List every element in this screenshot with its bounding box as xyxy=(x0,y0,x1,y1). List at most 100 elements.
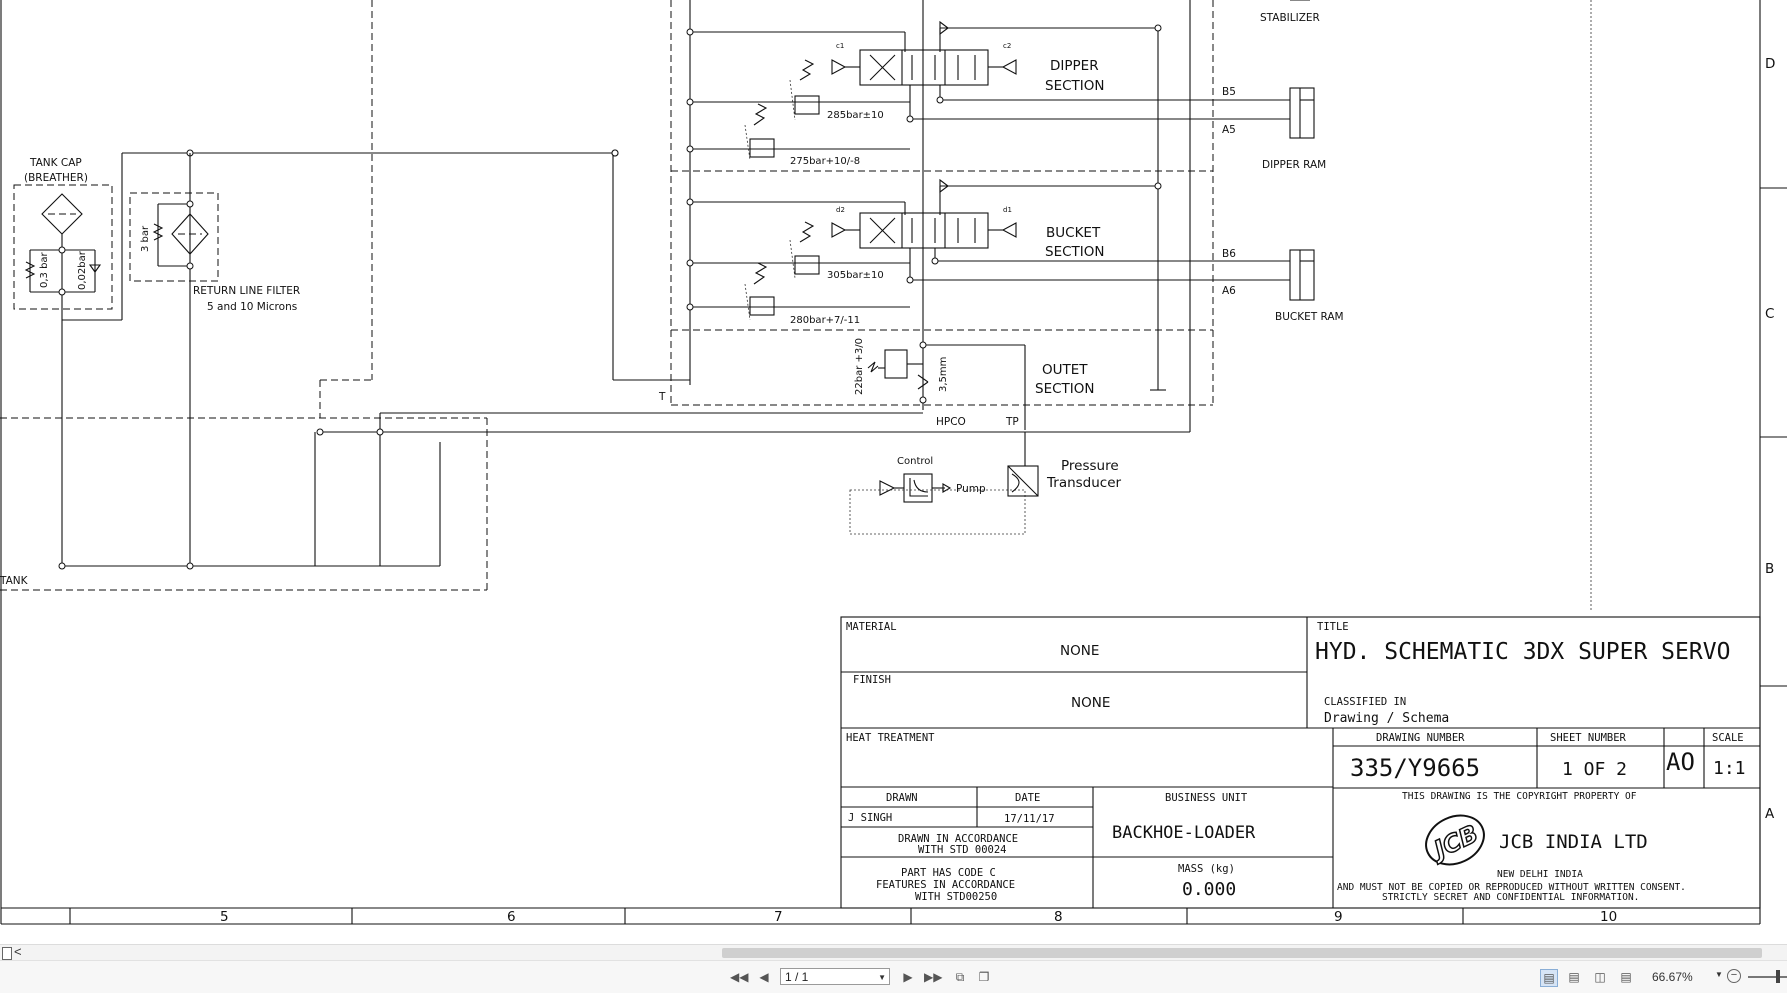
single-page-view-icon[interactable]: ▤ xyxy=(1540,969,1558,987)
port-label-a6: A6 xyxy=(1222,285,1236,297)
port-label-d1: d1 xyxy=(1003,206,1012,214)
drawn-value: J SINGH xyxy=(848,812,892,824)
sheet-number-label: SHEET NUMBER xyxy=(1550,732,1627,744)
zoom-slider-thumb[interactable] xyxy=(1776,970,1780,983)
return-line-filter: 3 bar RETURN LINE FILTER 5 and 10 Micron… xyxy=(129,192,300,313)
location: NEW DELHI INDIA xyxy=(1497,869,1583,880)
relief-280-label: 280bar+7/-11 xyxy=(790,315,860,326)
page-select[interactable]: 1 / 1 ▼ xyxy=(780,968,890,985)
bar-3-label: 3 bar xyxy=(140,225,151,252)
std-line2: WITH STD 00024 xyxy=(918,844,1007,856)
return-filter-microns-label: 5 and 10 Microns xyxy=(207,301,297,313)
scrollbar-thumb[interactable] xyxy=(722,948,1762,958)
finish-label: FINISH xyxy=(853,674,891,686)
port-label-c1: c1 xyxy=(836,42,844,50)
col-label-10: 10 xyxy=(1600,909,1617,925)
orifice-label: 3,5mm xyxy=(938,357,949,392)
last-page-icon[interactable]: ▶▶ xyxy=(924,969,942,985)
chevron-down-icon: ▼ xyxy=(878,973,886,982)
control-label: Control xyxy=(897,456,933,467)
bar-03-label: 0,3 bar xyxy=(39,251,50,288)
relief-285-label: 285bar±10 xyxy=(827,110,884,121)
first-page-icon[interactable]: ◀◀ xyxy=(730,969,748,985)
zoom-dropdown-icon[interactable]: ▼ xyxy=(1715,970,1723,979)
fit-icon[interactable]: ❐ xyxy=(976,969,992,985)
heat-treatment-label: HEAT TREATMENT xyxy=(846,732,935,744)
col-label-5: 5 xyxy=(220,909,229,925)
title-value: HYD. SCHEMATIC 3DX SUPER SERVO xyxy=(1315,639,1730,665)
page-marker-icon xyxy=(2,947,12,960)
drawing-number-label: DRAWING NUMBER xyxy=(1376,732,1465,744)
two-page-continuous-view-icon[interactable]: ▤ xyxy=(1618,969,1634,985)
relief-22-label: 22bar +3/0 xyxy=(854,338,865,395)
schematic-drawing: D C B A 5 6 7 8 9 10 c1 c2 DIPPER SECTIO… xyxy=(0,0,1787,925)
bucket-section-label-2: SECTION xyxy=(1045,244,1104,260)
copyright-line1: THIS DRAWING IS THE COPYRIGHT PROPERTY O… xyxy=(1402,791,1637,802)
row-label-d: D xyxy=(1765,56,1775,72)
relief-275-label: 275bar+10/-8 xyxy=(790,156,860,167)
previous-page-icon[interactable]: ◀ xyxy=(756,969,772,985)
tp-label: TP xyxy=(1005,416,1019,428)
stabilizer-label: STABILIZER xyxy=(1260,12,1320,24)
part-code-line3: WITH STD00250 xyxy=(915,891,997,903)
row-label-c: C xyxy=(1765,306,1774,322)
return-filter-label: RETURN LINE FILTER xyxy=(193,285,300,297)
bucket-section-label: BUCKET xyxy=(1046,225,1101,241)
part-code-line2: FEATURES IN ACCORDANCE xyxy=(876,879,1015,891)
col-label-6: 6 xyxy=(507,909,516,925)
port-label-b6: B6 xyxy=(1222,248,1236,260)
jcb-logo: JCB xyxy=(1425,814,1485,866)
zoom-out-button[interactable]: − xyxy=(1727,969,1741,983)
dipper-ram-label: DIPPER RAM xyxy=(1262,159,1326,171)
row-label-a: A xyxy=(1765,806,1775,822)
port-label-d2: d2 xyxy=(836,206,845,214)
relief-305-label: 305bar±10 xyxy=(827,270,884,281)
pump-control: Control Pump Pressure Transducer xyxy=(849,432,1122,535)
col-label-8: 8 xyxy=(1054,909,1063,925)
tank-cap-label: TANK CAP xyxy=(29,157,82,169)
page-select-value: 1 / 1 xyxy=(785,970,809,984)
tank-cap-label-2: (BREATHER) xyxy=(24,172,88,184)
mass-value: 0.000 xyxy=(1182,879,1236,900)
company-name: JCB INDIA LTD xyxy=(1499,831,1648,853)
dipper-section-label-2: SECTION xyxy=(1045,78,1104,94)
drawing-number-value: 335/Y9665 xyxy=(1350,754,1480,782)
pressure-transducer-label-2: Transducer xyxy=(1046,475,1122,491)
material-label: MATERIAL xyxy=(846,621,897,633)
pump-label: Pump xyxy=(956,483,986,495)
port-label-a5: A5 xyxy=(1222,124,1236,136)
sheet-size-value: AO xyxy=(1666,748,1695,776)
row-label-b: B xyxy=(1765,561,1774,577)
port-label-c2: c2 xyxy=(1003,42,1011,50)
copy-icon[interactable]: ⧉ xyxy=(952,969,968,985)
next-page-icon[interactable]: ▶ xyxy=(900,969,916,985)
viewer-toolbar: ◀◀ ◀ 1 / 1 ▼ ▶ ▶▶ ⧉ ❐ ▤ ▤ ◫ ▤ 66.67% ▼ − xyxy=(0,960,1787,993)
outet-section-label-2: SECTION xyxy=(1035,381,1094,397)
date-label: DATE xyxy=(1015,792,1040,804)
bar-002-label: 0,02bar xyxy=(77,250,88,290)
drawn-label: DRAWN xyxy=(886,792,918,804)
classified-value: Drawing / Schema xyxy=(1324,711,1449,726)
scale-value: 1:1 xyxy=(1713,758,1746,779)
finish-value: NONE xyxy=(1071,695,1110,711)
scale-label: SCALE xyxy=(1712,732,1744,744)
col-label-9: 9 xyxy=(1334,909,1343,925)
classified-label: CLASSIFIED IN xyxy=(1324,696,1406,708)
two-page-view-icon[interactable]: ◫ xyxy=(1592,969,1608,985)
bucket-ram-label: BUCKET RAM xyxy=(1275,311,1344,323)
sheet-number-value: 1 OF 2 xyxy=(1562,759,1627,780)
continuous-view-icon[interactable]: ▤ xyxy=(1566,969,1582,985)
mass-label: MASS (kg) xyxy=(1178,863,1235,875)
zoom-value[interactable]: 66.67% xyxy=(1652,970,1693,984)
business-unit-label: BUSINESS UNIT xyxy=(1165,792,1248,804)
horizontal-scrollbar[interactable]: < xyxy=(0,944,1787,961)
tank-cap-breather: TANK CAP (BREATHER) 0,3 bar 0,02bar xyxy=(13,157,113,310)
business-unit-value: BACKHOE-LOADER xyxy=(1112,823,1256,843)
scroll-left-button[interactable]: < xyxy=(14,944,22,959)
zoom-slider[interactable] xyxy=(1748,976,1787,978)
title-label: TITLE xyxy=(1317,621,1349,633)
dipper-section-label: DIPPER xyxy=(1050,58,1099,74)
outet-section-label: OUTET xyxy=(1042,362,1088,378)
t-port-label: T xyxy=(658,391,666,403)
hpco-label: HPCO xyxy=(936,416,966,428)
